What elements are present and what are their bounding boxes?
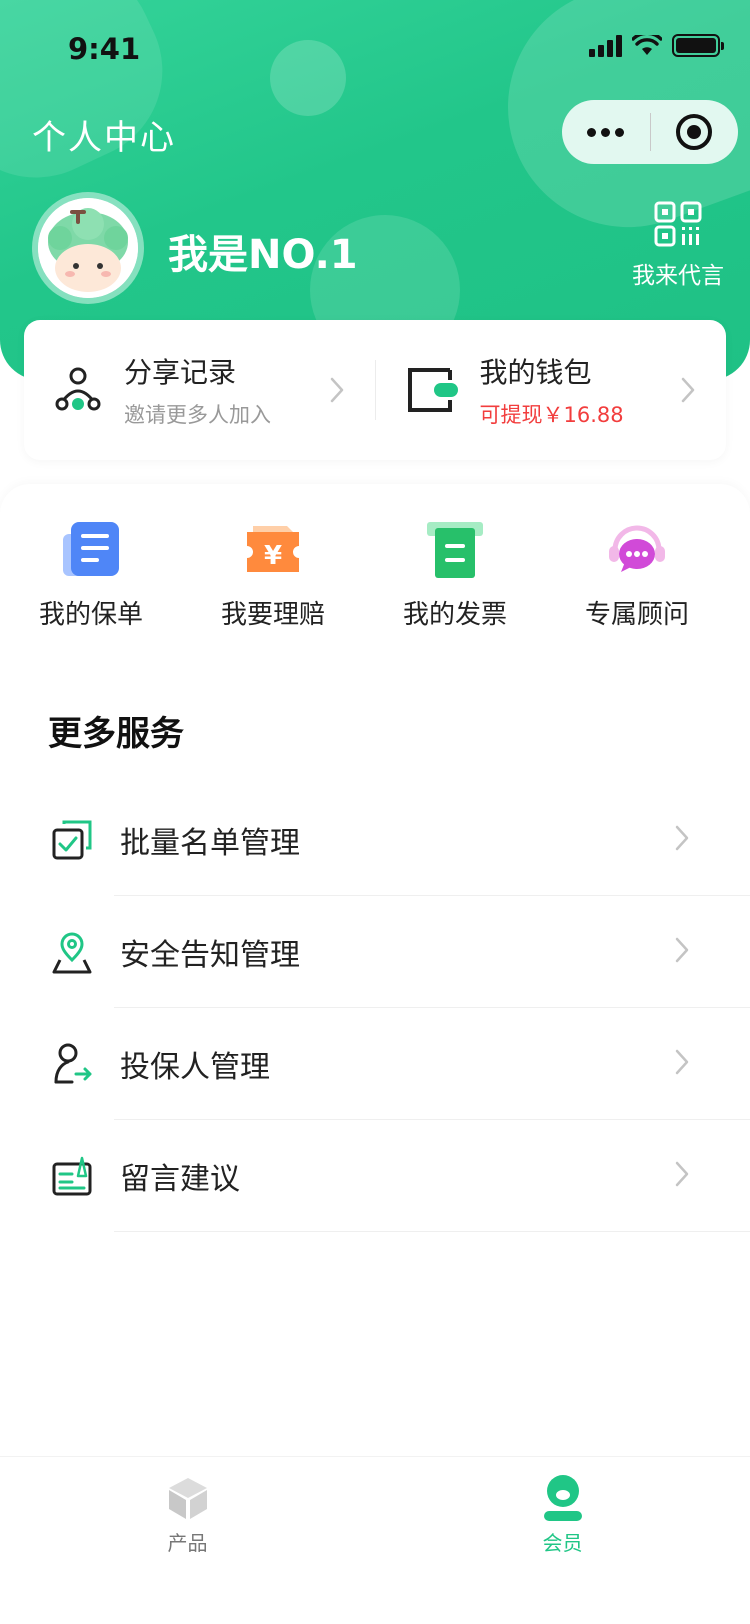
quick-actions: 我的保单 ¥ 我要理赔 我的发票 专属顾问 [0,520,750,631]
advisor-chat-icon [609,525,665,572]
close-target-icon[interactable] [651,114,739,150]
username: 我是NO.1 [168,232,358,278]
page-title: 个人中心 [32,118,176,158]
chevron-right-icon [681,377,695,403]
endorse-qr-button[interactable]: 我来代言 [618,200,738,290]
claim-yuan-icon: ¥ [247,526,299,572]
section-title-more-services: 更多服务 [48,714,184,754]
list-item[interactable]: 留言建议 [0,1120,750,1232]
signal-icon [589,34,622,57]
quick-invoice[interactable]: 我的发票 [364,520,546,631]
qr-code-icon [654,201,702,247]
tab-label: 产品 [167,1531,208,1555]
tab-products[interactable]: 产品 [0,1457,375,1624]
quick-label: 我的保单 [38,600,143,630]
status-icons [589,34,724,57]
list-item-label: 安全告知管理 [120,938,300,973]
quick-my-policy[interactable]: 我的保单 [0,520,182,631]
location-pin-icon [52,932,92,974]
decor-blob [270,40,346,116]
mini-program-capsule[interactable] [562,100,738,164]
avatar-illustration-icon [38,198,138,298]
summary-card: 分享记录 邀请更多人加入 我的钱包 可提现￥16.88 [24,320,726,460]
main-content: 我的保单 ¥ 我要理赔 我的发票 专属顾问 更多服务 批量名单管理 安全告知管理… [0,484,750,1464]
tab-bar: 产品 会员 [0,1456,750,1624]
list-item[interactable]: 批量名单管理 [0,784,750,896]
quick-advisor[interactable]: 专属顾问 [546,520,728,631]
quick-label: 我要理赔 [220,600,325,630]
wallet-icon [407,368,458,412]
battery-icon [672,34,724,57]
share-network-icon [55,367,101,411]
status-time: 9:41 [68,32,141,66]
invoice-icon [427,522,483,578]
share-record-subtitle: 邀请更多人加入 [124,403,271,427]
chevron-right-icon [675,1049,689,1075]
wallet-balance: 可提现￥16.88 [479,403,624,427]
tab-label: 会员 [542,1531,583,1555]
list-item[interactable]: 安全告知管理 [0,896,750,1008]
quick-label: 我的发票 [402,600,507,630]
batch-list-icon [52,820,92,860]
tab-member[interactable]: 会员 [375,1457,750,1624]
more-options-icon[interactable] [562,127,650,137]
quick-claim[interactable]: ¥ 我要理赔 [182,520,364,631]
qr-label: 我来代言 [632,263,724,289]
service-list: 批量名单管理 安全告知管理 投保人管理 留言建议 [0,784,750,1232]
chevron-right-icon [675,825,689,851]
member-icon [543,1475,582,1521]
wifi-icon [632,34,662,55]
wallet-title: 我的钱包 [479,356,592,389]
share-record-entry[interactable]: 分享记录 邀请更多人加入 [24,320,375,460]
chevron-right-icon [675,1161,689,1187]
svg-text:¥: ¥ [264,541,282,571]
feedback-note-icon [52,1156,92,1196]
list-item-label: 投保人管理 [120,1050,270,1085]
quick-label: 专属顾问 [584,600,689,630]
chevron-right-icon [330,377,343,403]
share-record-title: 分享记录 [124,356,237,389]
wallet-entry[interactable]: 我的钱包 可提现￥16.88 [376,320,727,460]
chevron-right-icon [675,937,689,963]
list-item-label: 批量名单管理 [120,826,300,861]
policy-document-icon [63,522,119,576]
user-transfer-icon [54,1043,92,1084]
list-item-label: 留言建议 [120,1162,240,1197]
avatar[interactable] [32,192,144,304]
cube-icon [168,1478,207,1519]
list-item[interactable]: 投保人管理 [0,1008,750,1120]
